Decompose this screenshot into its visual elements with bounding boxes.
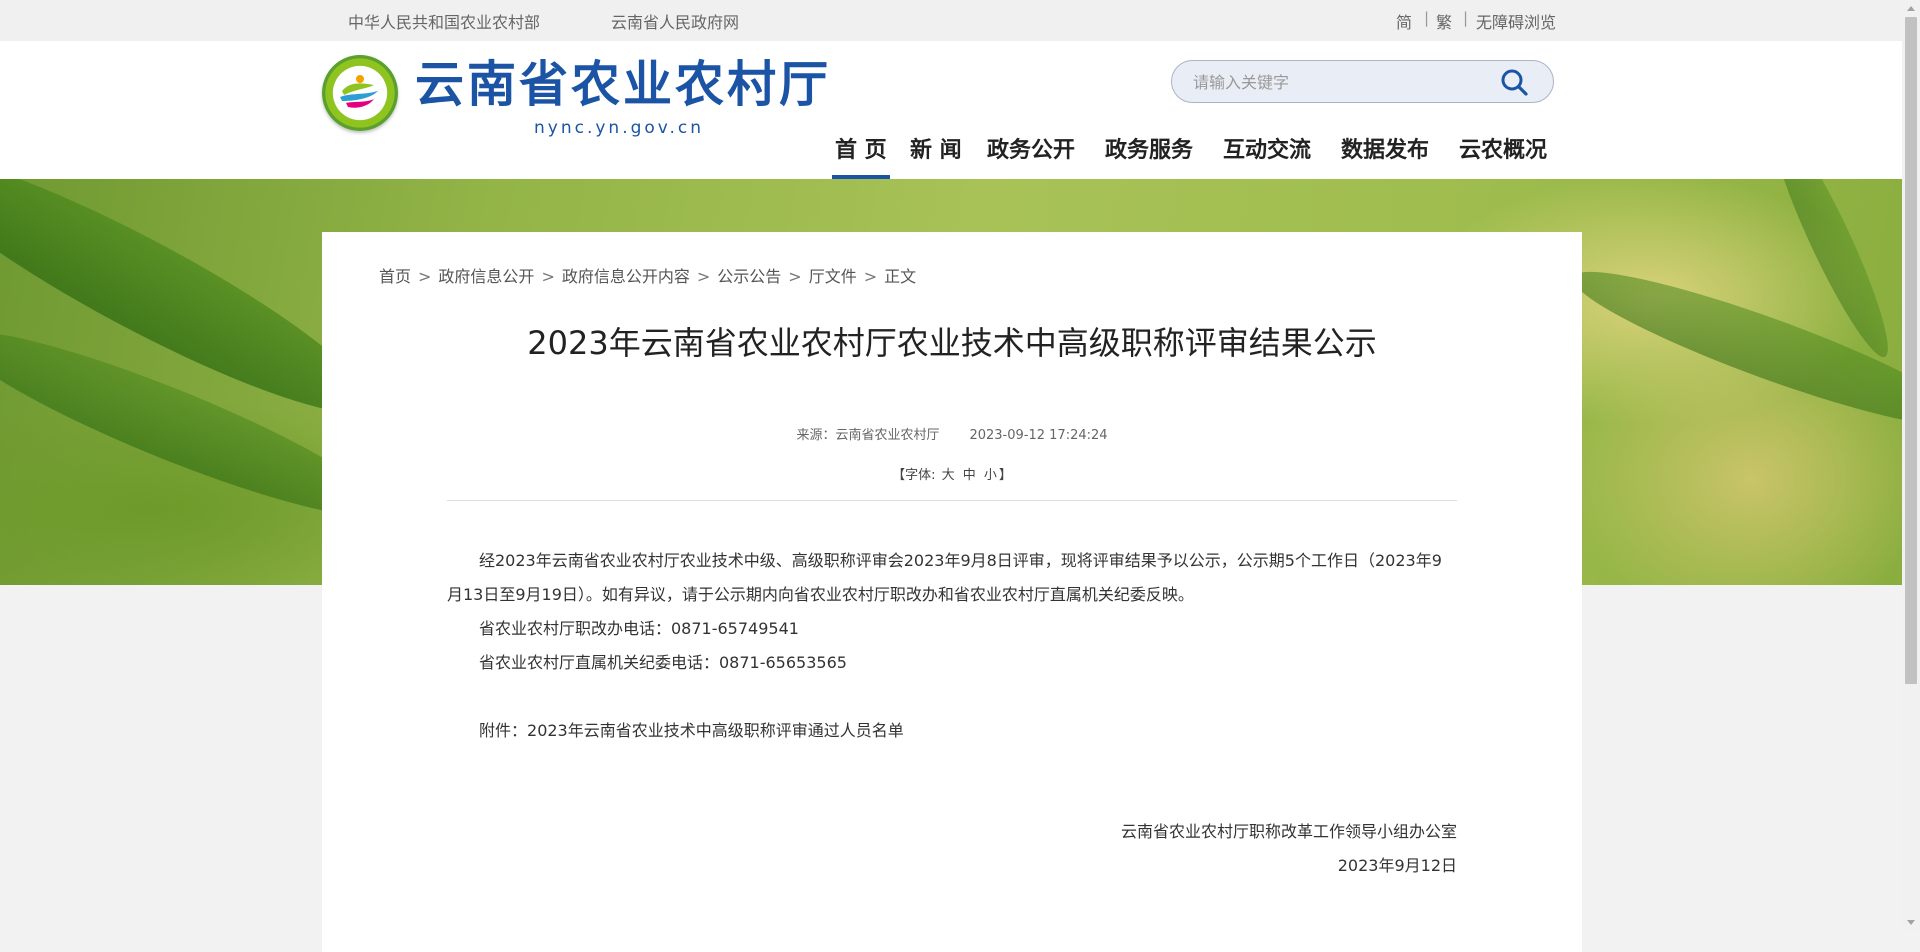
site-title: 云南省农业农村厅 [415,56,832,113]
article-paragraph: 省农业农村厅职改办电话：0871-65749541 [479,619,799,638]
breadcrumb-dept-documents[interactable]: 厅文件 [809,267,857,286]
signature-org: 云南省农业农村厅职称改革工作领导小组办公室 [1120,822,1457,841]
title-divider [447,500,1457,501]
search-icon[interactable] [1500,68,1528,96]
site-header: 云南省农业农村厅 nync.yn.gov.cn 首 页 新 闻 政务公开 政务服… [0,41,1902,179]
nav-news[interactable]: 新 闻 [910,127,962,179]
font-size-large[interactable]: 大 [942,468,955,483]
breadcrumb-gov-info-content[interactable]: 政府信息公开内容 [562,267,690,286]
main-nav: 首 页 新 闻 政务公开 政务服务 互动交流 数据发布 云农概况 [0,127,1902,179]
search-input[interactable] [1191,61,1495,104]
breadcrumb-gov-info[interactable]: 政府信息公开 [438,267,534,286]
nav-government-affairs[interactable]: 政务公开 [987,127,1075,179]
font-size-medium[interactable]: 中 [963,468,976,483]
lang-simplified[interactable]: 简 [1396,9,1412,33]
breadcrumb-separator: > [541,267,555,286]
paragraph-spacer [447,680,1457,714]
scrollbar-thumb[interactable] [1905,17,1917,684]
nav-government-services[interactable]: 政务服务 [1105,127,1193,179]
font-size-switcher: 【字体: 大 中 小】 [322,464,1582,483]
article-paragraph: 经2023年云南省农业农村厅农业技术中级、高级职称评审会2023年9月8日评审，… [447,551,1442,604]
font-size-small[interactable]: 小 [984,468,997,483]
font-size-label: 【字体: [892,468,936,483]
article-paragraph: 省农业农村厅直属机关纪委电话：0871-65653565 [479,653,847,672]
lang-traditional[interactable]: 繁 [1436,9,1452,33]
attachment-link[interactable]: 2023年云南省农业技术中高级职称评审通过人员名单 [527,721,904,740]
article-source: 来源：云南省农业农村厅 [796,428,940,443]
breadcrumb: 首页 > 政府信息公开 > 政府信息公开内容 > 公示公告 > 厅文件 > 正文 [379,263,916,287]
breadcrumb-separator: > [788,267,802,286]
nav-yunnan-agriculture-overview[interactable]: 云农概况 [1459,127,1547,179]
accessibility-link[interactable]: 无障碍浏览 [1476,9,1556,33]
article-signature: 云南省农业农村厅职称改革工作领导小组办公室 2023年9月12日 [1121,815,1457,883]
nav-data-release[interactable]: 数据发布 [1341,127,1429,179]
topbar-separator: | [1424,9,1430,27]
font-size-label-end: 】 [998,468,1012,483]
search-box [1171,60,1554,104]
breadcrumb-home[interactable]: 首页 [379,267,411,286]
article-meta: 来源：云南省农业农村厅 2023-09-12 17:24:24 [322,424,1582,443]
breadcrumb-separator: > [863,267,878,286]
yunnan-agriculture-emblem-icon[interactable] [322,55,398,131]
attachment-paragraph: 附件：2023年云南省农业技术中高级职称评审通过人员名单 [447,714,1457,748]
scroll-up-arrow-icon[interactable] [1907,6,1915,11]
nav-interaction[interactable]: 互动交流 [1223,127,1311,179]
breadcrumb-announcements[interactable]: 公示公告 [717,267,781,286]
breadcrumb-current: 正文 [884,267,917,286]
article-datetime: 2023-09-12 17:24:24 [969,428,1108,443]
signature-date: 2023年9月12日 [1337,856,1457,875]
article-card: 首页 > 政府信息公开 > 政府信息公开内容 > 公示公告 > 厅文件 > 正文 2023年云南省农… [322,232,1582,952]
attachment-label: 附件： [479,721,528,740]
topbar-separator: | [1463,9,1469,27]
article-body: 经2023年云南省农业农村厅农业技术中级、高级职称评审会2023年9月8日评审，… [447,544,1457,748]
nav-home[interactable]: 首 页 [832,127,890,179]
link-yunnan-gov[interactable]: 云南省人民政府网 [611,9,739,33]
scroll-down-arrow-icon[interactable] [1907,920,1915,925]
article-title: 2023年云南省农业农村厅农业技术中高级职称评审结果公示 [527,324,1377,362]
top-utility-bar: 中华人民共和国农业农村部 云南省人民政府网 简 | 繁 | 无障碍浏览 [0,0,1902,41]
breadcrumb-separator: > [696,267,711,286]
link-moa[interactable]: 中华人民共和国农业农村部 [348,9,540,33]
page-scrollbar[interactable] [1902,0,1920,931]
breadcrumb-separator: > [418,267,432,286]
